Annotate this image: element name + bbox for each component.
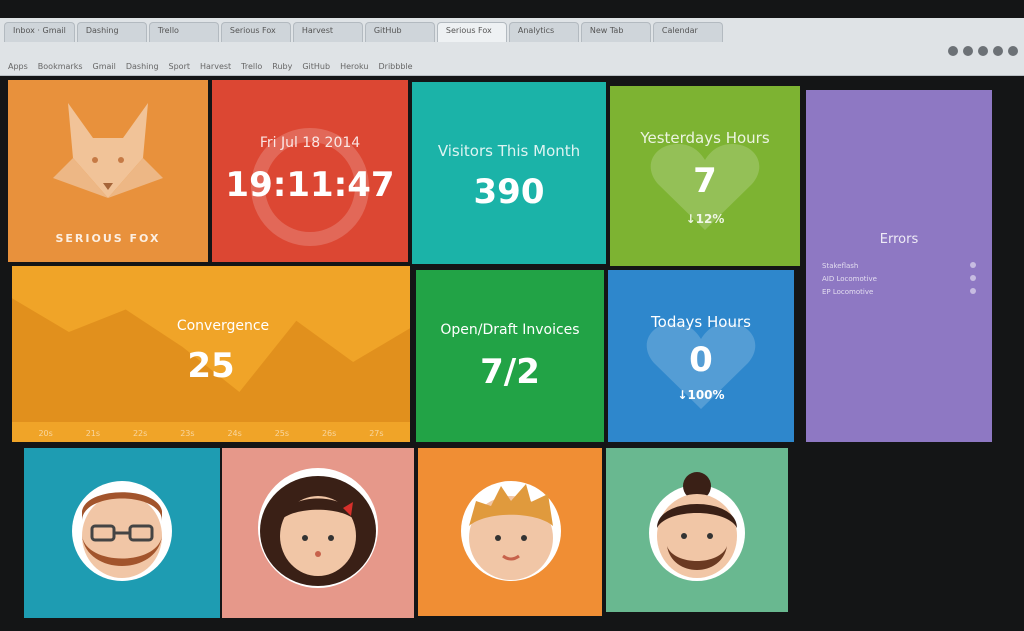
browser-tab[interactable]: New Tab [580, 22, 651, 42]
bookmark-link[interactable]: Harvest [200, 62, 231, 71]
yesterday-label: Yesterdays Hours [640, 129, 770, 147]
today-hours-tile: Todays Hours 0 ↓100% [608, 270, 794, 442]
bookmark-link[interactable]: Dribbble [379, 62, 413, 71]
invoices-label: Open/Draft Invoices [440, 322, 580, 338]
bearded-man-avatar [72, 481, 172, 581]
spiky-hair-boy-avatar [461, 481, 561, 581]
errors-list: Stakeflash AID Locomotive EP Locomotive [806, 262, 992, 301]
extension-icons [948, 46, 1018, 56]
browser-tab[interactable]: Calendar [652, 22, 723, 42]
convergence-value: 25 [187, 346, 235, 386]
browser-tab[interactable]: Trello [148, 22, 219, 42]
error-count [970, 275, 976, 281]
brand-name: SERIOUS FOX [55, 232, 161, 245]
visitors-tile: Visitors This Month 390 [412, 82, 606, 264]
yesterday-value: 7 [693, 161, 717, 201]
error-count [970, 262, 976, 268]
avatar-tile [606, 448, 788, 612]
browser-tab[interactable]: Dashing [76, 22, 147, 42]
x-tick-label: 22s [132, 429, 148, 438]
clock-date: Fri Jul 18 2014 [259, 135, 361, 151]
avatar-tile [24, 448, 220, 618]
x-tick-label: 26s [321, 429, 337, 438]
convergence-tile: Convergence 25 20s 21s 22s 23s 24s 25s 26s 27s [12, 266, 410, 442]
browser-tab[interactable]: Harvest [292, 22, 363, 42]
bun-bearded-man-avatar [649, 472, 745, 581]
tab-strip: Inbox · Gmail Dashing Trello Serious Fox Har… [0, 22, 1024, 44]
bookmark-link[interactable]: Dashing [126, 62, 159, 71]
fox-logo-icon [53, 103, 163, 198]
error-name: Stakeflash [822, 262, 859, 270]
browser-tab[interactable]: Serious Fox [436, 22, 507, 42]
error-count [970, 288, 976, 294]
dashboard: SERIOUS FOX Fri Jul 18 2014 19:11:47 Vis… [0, 76, 1024, 631]
bookmark-link[interactable]: Ruby [272, 62, 292, 71]
bookmark-link[interactable]: Gmail [93, 62, 116, 71]
bookmarks-bar: Apps Bookmarks Gmail Dashing Sport Harvest Tre… [0, 58, 1024, 74]
menu-icon[interactable] [1008, 46, 1018, 56]
x-tick-label: 23s [180, 429, 195, 438]
today-label: Todays Hours [651, 313, 751, 331]
extension-icon[interactable] [993, 46, 1003, 56]
browser-tab[interactable]: Inbox · Gmail [4, 22, 75, 42]
bookmark-link[interactable]: GitHub [302, 62, 330, 71]
curly-hair-girl-avatar [258, 468, 378, 588]
x-tick-label: 27s [369, 429, 384, 438]
error-item: Stakeflash [822, 262, 976, 270]
browser-tab[interactable]: GitHub [364, 22, 435, 42]
browser-chrome: Inbox · Gmail Dashing Trello Serious Fox Har… [0, 18, 1024, 76]
extension-icon[interactable] [963, 46, 973, 56]
error-name: EP Locomotive [822, 288, 874, 296]
clock-time: 19:11:47 [225, 165, 395, 205]
today-value: 0 [689, 340, 713, 380]
x-axis-ticks: 20s 21s 22s 23s 24s 25s 26s 27s [12, 429, 410, 438]
invoices-value: 7/2 [480, 352, 540, 392]
errors-tile: Errors Stakeflash AID Locomotive EP Loco… [806, 90, 992, 442]
browser-tab[interactable]: Analytics [508, 22, 579, 42]
x-tick-label: 20s [38, 429, 53, 438]
extension-icon[interactable] [948, 46, 958, 56]
error-item: AID Locomotive [822, 275, 976, 283]
x-tick-label: 25s [274, 429, 290, 438]
bookmark-link[interactable]: Trello [241, 62, 262, 71]
today-change: ↓100% [677, 388, 725, 402]
errors-title: Errors [879, 232, 919, 247]
bookmark-link[interactable]: Heroku [340, 62, 368, 71]
visitors-value: 390 [473, 172, 545, 212]
extension-icon[interactable] [978, 46, 988, 56]
invoices-tile: Open/Draft Invoices 7/2 [416, 270, 604, 442]
convergence-label: Convergence [176, 318, 270, 334]
error-name: AID Locomotive [822, 275, 877, 283]
visitors-label: Visitors This Month [437, 142, 581, 160]
yesterday-change: ↓12% [685, 212, 725, 226]
bookmark-link[interactable]: Apps [8, 62, 28, 71]
x-tick-label: 21s [85, 429, 101, 438]
brand-tile: SERIOUS FOX [8, 80, 208, 262]
avatar-tile [418, 448, 602, 616]
clock-tile: Fri Jul 18 2014 19:11:47 [212, 80, 408, 262]
x-tick-label: 24s [227, 429, 242, 438]
browser-tab[interactable]: Serious Fox [220, 22, 291, 42]
bookmark-link[interactable]: Bookmarks [38, 62, 83, 71]
avatar-tile [222, 448, 414, 618]
yesterday-hours-tile: Yesterdays Hours 7 ↓12% [610, 86, 800, 266]
error-item: EP Locomotive [822, 288, 976, 296]
bookmark-link[interactable]: Sport [169, 62, 190, 71]
